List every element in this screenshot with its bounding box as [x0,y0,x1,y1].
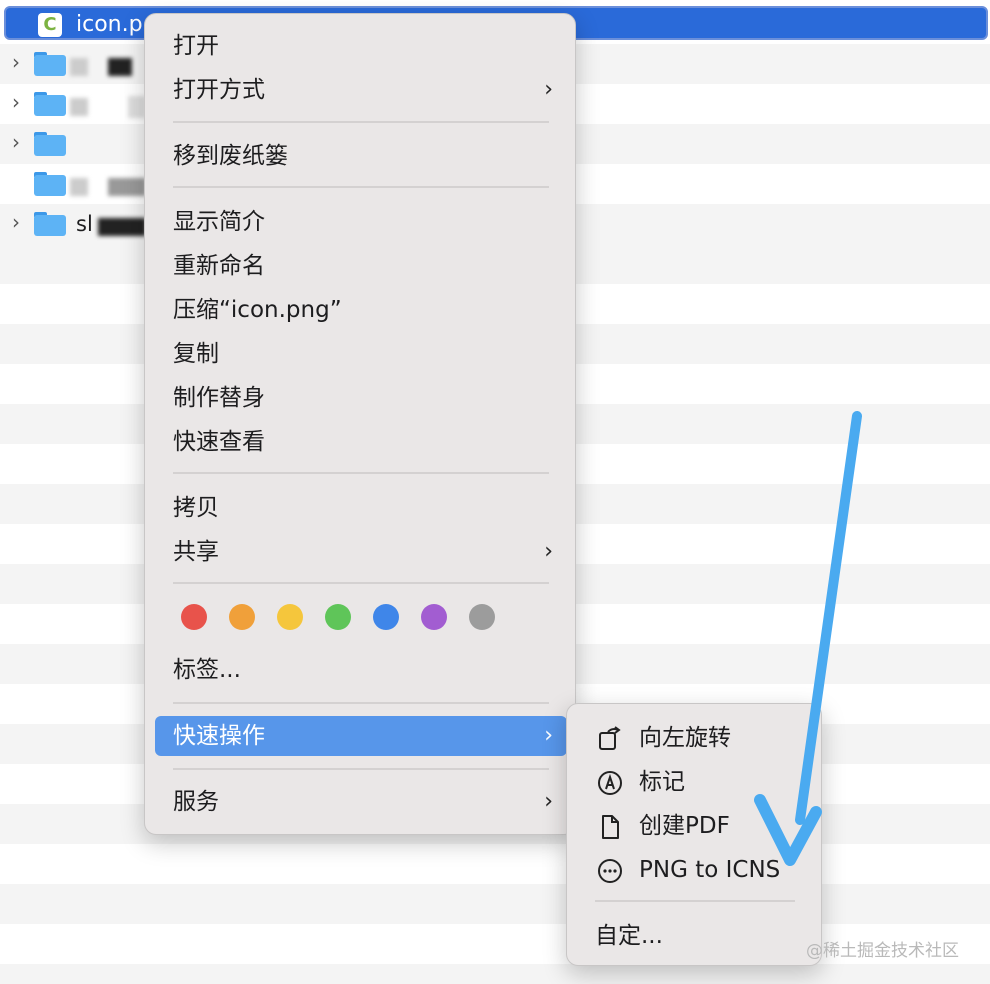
folder-icon [34,52,66,76]
folder-name: sl [76,212,93,236]
redacted-text [70,58,88,76]
menu-item-quick-actions[interactable]: 快速操作 › [155,716,567,756]
chevron-right-icon: › [544,539,553,564]
folder-icon [34,172,66,196]
document-icon [602,815,619,839]
menu-item-copy[interactable]: 拷贝 [155,488,567,528]
redacted-text [70,178,88,196]
tag-color-dot[interactable] [373,604,399,630]
menu-divider [173,582,549,584]
folder-icon [34,212,66,236]
folder-row[interactable]: › [0,124,150,164]
markup-icon [598,771,622,795]
chevron-right-icon: › [544,789,553,814]
menu-item-rename[interactable]: 重新命名 [155,246,567,286]
rotate-left-icon [599,726,621,750]
menu-item-compress[interactable]: 压缩“icon.png” [155,290,567,330]
folder-row[interactable]: › [0,84,150,124]
redacted-text [108,58,132,76]
menu-item-services[interactable]: 服务 › [155,782,567,822]
submenu-item-png-to-icns[interactable]: PNG to ICNS [577,850,813,890]
menu-divider [595,900,795,902]
list-stripe [0,964,990,984]
list-stripe [0,884,990,924]
menu-item-get-info[interactable]: 显示简介 [155,202,567,242]
menu-item-tags[interactable]: 标签... [155,650,567,690]
folder-icon [34,92,66,116]
menu-item-move-to-trash[interactable]: 移到废纸篓 [155,136,567,176]
redacted-text [70,98,88,116]
folder-row[interactable]: › sl [0,204,150,244]
folder-row[interactable] [0,164,150,204]
menu-divider [173,121,549,123]
tag-color-dot[interactable] [421,604,447,630]
folder-icon [34,132,66,156]
chevron-right-icon: › [544,77,553,102]
menu-divider [173,186,549,188]
menu-item-make-alias[interactable]: 制作替身 [155,378,567,418]
submenu-item-rotate-left[interactable]: 向左旋转 [577,718,813,758]
png-file-icon: C [38,13,62,37]
disclosure-chevron-icon[interactable]: › [12,50,20,74]
file-name: icon.p [76,12,143,37]
chevron-right-icon: › [544,723,553,748]
disclosure-chevron-icon[interactable]: › [12,130,20,154]
menu-divider [173,702,549,704]
folder-row[interactable]: › [0,44,150,84]
submenu-item-create-pdf[interactable]: 创建PDF [577,806,813,846]
watermark: @稀土掘金技术社区 [806,941,959,961]
context-menu: 打开 打开方式 › 移到废纸篓 显示简介 重新命名 压缩“icon.png” 复制… [144,13,576,835]
quick-actions-submenu: 向左旋转 标记 创建PDF PNG to ICNS 自定... [566,703,822,966]
tag-color-dot[interactable] [181,604,207,630]
menu-divider [173,768,549,770]
menu-item-duplicate[interactable]: 复制 [155,334,567,374]
tag-color-dot[interactable] [277,604,303,630]
menu-item-open-with[interactable]: 打开方式 › [155,70,567,110]
submenu-item-customize[interactable]: 自定... [577,916,813,956]
menu-item-open[interactable]: 打开 [155,26,567,66]
tag-color-dot[interactable] [325,604,351,630]
menu-item-quick-look[interactable]: 快速查看 [155,422,567,462]
disclosure-chevron-icon[interactable]: › [12,90,20,114]
submenu-item-markup[interactable]: 标记 [577,762,813,802]
redacted-text [98,218,146,236]
more-icon [598,859,622,883]
menu-item-share[interactable]: 共享 › [155,532,567,572]
disclosure-chevron-icon[interactable]: › [12,210,20,234]
tag-color-dot[interactable] [229,604,255,630]
tag-color-dot[interactable] [469,604,495,630]
redacted-text [108,178,146,196]
menu-divider [173,472,549,474]
